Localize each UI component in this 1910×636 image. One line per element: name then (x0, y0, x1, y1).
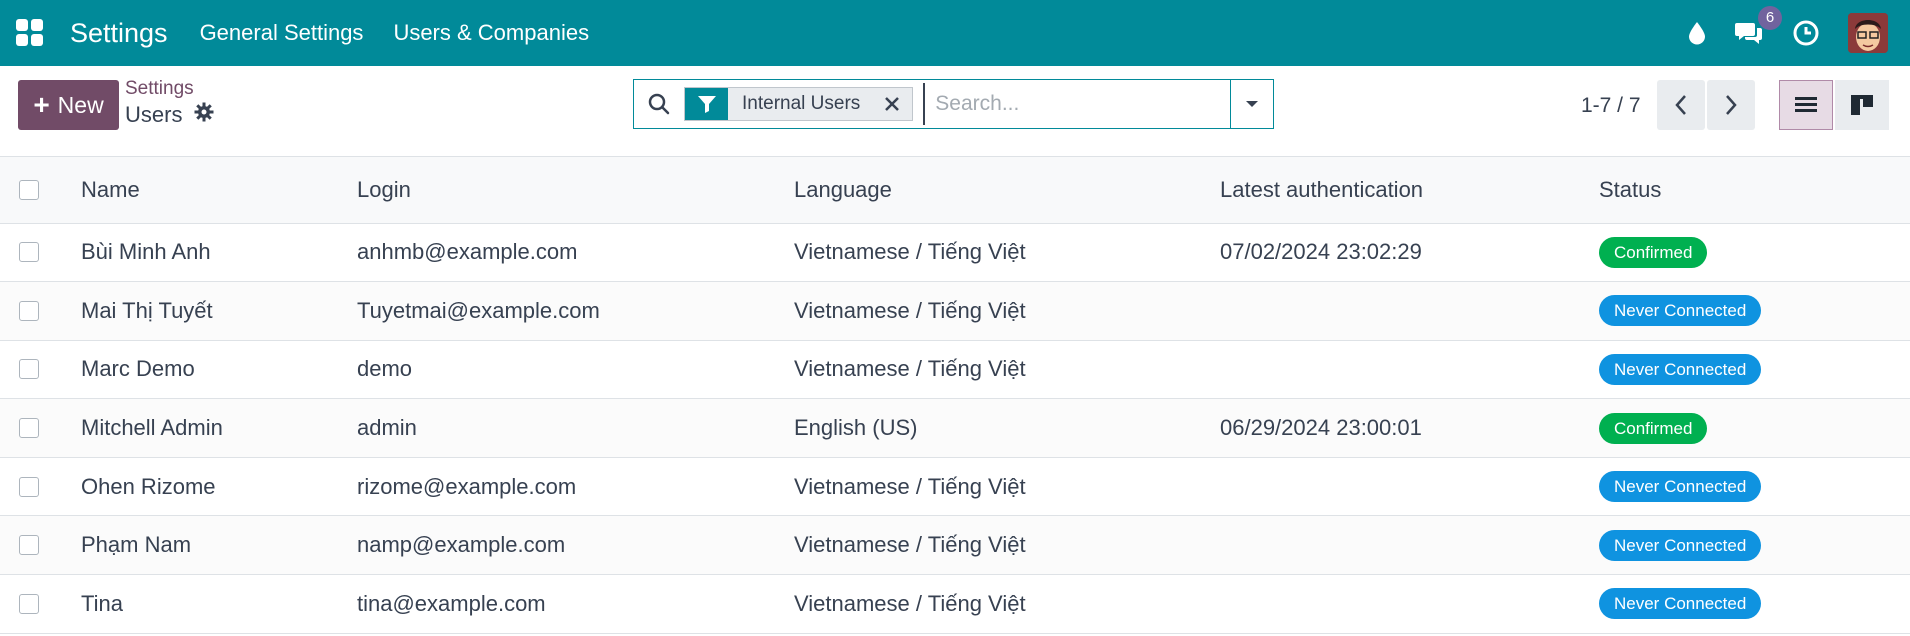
column-header-latest-authentication[interactable]: Latest authentication (1219, 157, 1598, 223)
close-icon[interactable] (872, 88, 913, 120)
status-badge: Never Connected (1599, 588, 1762, 620)
cell-language: Vietnamese / Tiếng Việt (794, 356, 1026, 382)
cell-latest-authentication (1219, 340, 1598, 399)
search-icon[interactable] (634, 92, 684, 116)
filter-facet-label: Internal Users (728, 88, 873, 120)
cell-name: Ohen Rizome (81, 473, 216, 499)
cell-login: admin (357, 415, 417, 441)
cell-login: demo (357, 356, 413, 382)
row-checkbox[interactable] (19, 593, 39, 614)
cell-language: Vietnamese / Tiếng Việt (794, 297, 1026, 323)
list-icon (1795, 97, 1817, 112)
row-checkbox[interactable] (19, 300, 39, 321)
menu-users-companies[interactable]: Users & Companies (393, 20, 589, 46)
cell-login: rizome@example.com (357, 473, 577, 499)
kanban-icon (1851, 95, 1873, 115)
cell-language: Vietnamese / Tiếng Việt (794, 239, 1026, 265)
user-avatar[interactable] (1848, 13, 1888, 53)
table-row[interactable]: Mai Thị Tuyết Tuyetmai@example.com Vietnam… (0, 281, 1910, 341)
filter-facet[interactable]: Internal Users (684, 87, 914, 121)
list-view-button[interactable] (1779, 80, 1833, 130)
table-row[interactable]: Tina tina@example.com Vietnamese / Tiếng V… (0, 575, 1910, 634)
cell-language: Vietnamese / Tiếng Việt (794, 473, 1026, 499)
control-panel: + New Settings Users Internal Users Sear… (0, 66, 1910, 157)
cell-login: anhmb@example.com (357, 239, 578, 265)
app-title[interactable]: Settings (70, 18, 168, 49)
apps-grid-icon[interactable] (16, 19, 44, 47)
cell-name: Marc Demo (81, 356, 195, 382)
kanban-view-button[interactable] (1835, 80, 1889, 130)
menu-general-settings[interactable]: General Settings (200, 20, 364, 46)
table-row[interactable]: Phạm Nam namp@example.com Vietnamese / Tiế… (0, 515, 1910, 575)
cell-latest-authentication (1219, 457, 1598, 516)
status-badge: Confirmed (1599, 412, 1708, 444)
new-button-label: New (57, 91, 104, 118)
row-checkbox[interactable] (19, 535, 39, 556)
gear-icon[interactable] (194, 102, 214, 128)
status-badge: Never Connected (1599, 295, 1762, 327)
status-badge: Confirmed (1599, 236, 1708, 268)
select-all-checkbox[interactable] (19, 179, 39, 200)
filter-icon (685, 88, 728, 120)
cell-language: Vietnamese / Tiếng Việt (794, 590, 1026, 616)
new-button[interactable]: + New (18, 80, 119, 130)
row-checkbox[interactable] (19, 476, 39, 497)
chat-icon[interactable]: 6 (1734, 6, 1782, 46)
status-badge: Never Connected (1599, 353, 1762, 385)
pager-value[interactable]: 1-7 / 7 (1581, 94, 1641, 118)
search-options-toggle[interactable] (1230, 80, 1273, 128)
status-badge: Never Connected (1599, 471, 1762, 503)
table-header-row: Name Login Language Latest authenticatio… (0, 157, 1910, 223)
column-header-login[interactable]: Login (356, 157, 793, 223)
plus-icon: + (33, 89, 50, 120)
cell-latest-authentication (1219, 575, 1598, 634)
breadcrumb-current: Users (125, 102, 183, 127)
column-header-name[interactable]: Name (80, 157, 356, 223)
cell-login: Tuyetmai@example.com (357, 297, 600, 323)
table-row[interactable]: Marc Demo demo Vietnamese / Tiếng Việt Neve… (0, 340, 1910, 399)
pager-next-button[interactable] (1707, 80, 1755, 130)
cell-login: tina@example.com (357, 590, 546, 616)
search-input[interactable] (923, 83, 1230, 125)
droplet-icon[interactable] (1688, 21, 1706, 45)
table-row[interactable]: Bùi Minh Anh anhmb@example.com Vietnamese … (0, 223, 1910, 282)
row-checkbox[interactable] (19, 359, 39, 380)
cell-login: namp@example.com (357, 532, 566, 558)
cell-latest-authentication (1219, 516, 1598, 575)
table-row[interactable]: Mitchell Admin admin English (US) 06/29/202… (0, 398, 1910, 458)
cell-name: Mitchell Admin (81, 415, 223, 441)
status-badge: Never Connected (1599, 529, 1762, 561)
cell-name: Mai Thị Tuyết (81, 297, 213, 323)
row-checkbox[interactable] (19, 418, 39, 439)
messages-badge: 6 (1758, 6, 1782, 30)
pager-previous-button[interactable] (1657, 80, 1705, 130)
row-checkbox[interactable] (19, 242, 39, 263)
breadcrumb-parent[interactable]: Settings (125, 78, 214, 100)
search-bar: Internal Users (633, 79, 1274, 129)
cell-name: Bùi Minh Anh (81, 239, 211, 265)
cell-name: Tina (81, 590, 123, 616)
cell-language: English (US) (794, 415, 918, 441)
column-header-language[interactable]: Language (793, 157, 1219, 223)
table-row[interactable]: Ohen Rizome rizome@example.com Vietnamese … (0, 457, 1910, 516)
cell-name: Phạm Nam (81, 532, 192, 558)
cell-latest-authentication: 07/02/2024 23:02:29 (1220, 239, 1422, 265)
top-navbar: Settings General Settings Users & Compan… (0, 0, 1910, 66)
cell-latest-authentication (1219, 282, 1598, 341)
clock-icon[interactable] (1792, 19, 1820, 47)
cell-language: Vietnamese / Tiếng Việt (794, 532, 1026, 558)
cell-latest-authentication: 06/29/2024 23:00:01 (1220, 415, 1422, 441)
column-header-status[interactable]: Status (1598, 157, 1910, 223)
breadcrumb: Settings Users (125, 78, 214, 128)
users-table: Name Login Language Latest authenticatio… (0, 157, 1910, 634)
